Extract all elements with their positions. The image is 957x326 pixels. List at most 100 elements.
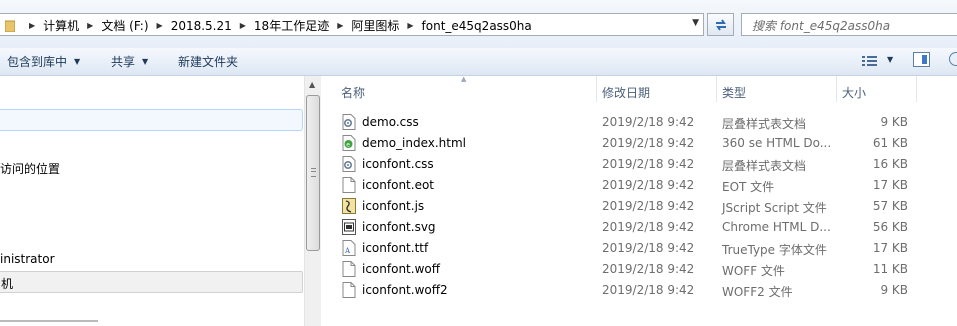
nav-item-selected[interactable] [0,109,303,131]
file-row[interactable]: demo.css 2019/2/18 9:42 层叠样式表文档 9 KB [321,111,957,132]
column-divider[interactable] [836,76,837,102]
folder-icon [5,20,15,32]
svg-text:A: A [344,247,351,255]
navigation-pane: 访问的位置 inistrator 机 [0,76,304,326]
chevron-right-icon[interactable]: ▶ [337,21,343,30]
font-file-icon: A [342,240,356,256]
breadcrumb-item[interactable]: ▶ 文档 (F:) [79,17,148,34]
column-divider[interactable] [596,76,597,102]
column-header-size-label: 大小 [842,86,867,100]
breadcrumb-item[interactable]: ▶ font_e45q2ass0ha [399,19,531,33]
column-header-date[interactable]: 修改日期 [602,84,650,101]
nav-item-computer[interactable]: 机 [0,271,303,293]
file-date: 2019/2/18 9:42 [602,220,695,234]
file-date: 2019/2/18 9:42 [602,199,695,213]
file-row[interactable]: iconfont.eot 2019/2/18 9:42 EOT 文件 17 KB [321,174,957,195]
breadcrumb-label[interactable]: 计算机 [43,17,79,34]
file-name[interactable]: iconfont.woff2 [362,283,448,297]
file-size: 56 KB [872,220,908,234]
column-header-name[interactable]: 名称 [341,84,365,101]
file-date: 2019/2/18 9:42 [602,136,695,150]
file-type: 层叠样式表文档 [722,117,807,131]
refresh-icon [715,18,726,31]
blank-file-icon [342,177,356,193]
search-input[interactable] [750,15,954,36]
chevron-right-icon[interactable]: ▶ [240,21,246,30]
breadcrumb-label[interactable]: 18年工作足迹 [254,17,329,34]
file-name[interactable]: iconfont.css [362,157,434,171]
include-in-library-label: 包含到库中 [7,55,68,69]
file-name[interactable]: iconfont.ttf [362,241,428,255]
view-options-icon[interactable] [862,55,878,67]
new-folder-label: 新建文件夹 [178,55,239,69]
breadcrumb-label[interactable]: 阿里图标 [351,17,399,34]
file-row[interactable]: e demo_index.html 2019/2/18 9:42 360 se HTM… [321,132,957,153]
file-type: 层叠样式表文档 [722,159,807,173]
breadcrumb: ▶ 计算机 ▶ 文档 (F:) ▶ 2018.5.21 ▶ 18年工作足迹 ▶ 阿里图标 … [5,17,532,34]
nav-scrollbar[interactable]: ▲ [304,76,322,326]
chevron-right-icon[interactable]: ▶ [157,21,163,30]
breadcrumb-item[interactable]: ▶ 18年工作足迹 [232,17,329,34]
file-type: Chrome HTML D... [722,220,831,234]
chevron-right-icon[interactable]: ▶ [29,21,35,30]
breadcrumb-item[interactable]: ▶ 阿里图标 [329,17,399,34]
file-date: 2019/2/18 9:42 [602,115,695,129]
share-button[interactable]: 共享 ▼ [111,53,148,70]
column-header-size[interactable]: 大小 [842,84,866,101]
new-folder-button[interactable]: 新建文件夹 [178,53,238,70]
file-name[interactable]: iconfont.js [362,199,424,213]
breadcrumb-label[interactable]: 文档 (F:) [101,17,148,34]
share-label: 共享 [111,55,136,69]
file-row[interactable]: iconfont.woff 2019/2/18 9:42 WOFF 文件 11 KB [321,258,957,279]
file-date: 2019/2/18 9:42 [602,157,695,171]
file-type: 360 se HTML Do... [722,136,832,150]
file-size: 16 KB [872,157,908,171]
file-list: 名称 ▲ 修改日期 类型 大小 demo.css 2019/2/18 9:42 层叠… [321,75,957,326]
file-date: 2019/2/18 9:42 [602,241,695,255]
view-dropdown-icon[interactable]: ▼ [887,55,893,64]
file-type: EOT 文件 [722,180,775,194]
scroll-thumb[interactable] [306,95,320,251]
file-name[interactable]: iconfont.eot [362,178,434,192]
breadcrumb-label[interactable]: font_e45q2ass0ha [422,19,532,33]
column-divider[interactable] [916,76,917,102]
grip-icon [311,168,316,177]
file-name[interactable]: iconfont.svg [362,220,436,234]
file-name[interactable]: demo_index.html [362,136,466,150]
include-in-library-button[interactable]: 包含到库中 ▼ [7,53,80,70]
history-dropdown-icon[interactable]: ▼ [692,18,699,28]
column-divider[interactable] [716,76,717,102]
file-row[interactable]: iconfont.svg 2019/2/18 9:42 Chrome HTML D.… [321,216,957,237]
file-row[interactable]: iconfont.css 2019/2/18 9:42 层叠样式表文档 16 KB [321,153,957,174]
chevron-right-icon[interactable]: ▶ [87,21,93,30]
blank-file-icon [342,282,356,298]
breadcrumb-item[interactable]: ▶ 2018.5.21 [149,19,232,33]
help-icon[interactable] [949,52,957,66]
search-box[interactable] [741,13,957,36]
file-name[interactable]: iconfont.woff [362,262,440,276]
nav-item-administrator[interactable]: inistrator [0,252,55,266]
preview-pane-icon[interactable] [913,52,930,67]
file-row[interactable]: Aiconfont.ttf 2019/2/18 9:42 TrueType 字体文件… [321,237,957,258]
file-name[interactable]: demo.css [362,115,419,129]
css-file-icon [342,114,356,130]
column-header-date-label: 修改日期 [602,86,651,100]
nav-item-recent-places[interactable]: 访问的位置 [0,160,60,177]
file-row[interactable]: iconfont.woff2 2019/2/18 9:42 WOFF2 文件 9 KB [321,279,957,300]
breadcrumb-item[interactable]: ▶ 计算机 [21,17,79,34]
svg-text:e: e [346,142,350,149]
file-type: WOFF 文件 [722,264,785,278]
chevron-right-icon[interactable]: ▶ [407,21,413,30]
breadcrumb-label[interactable]: 2018.5.21 [171,19,232,33]
scroll-up-icon[interactable]: ▲ [309,80,315,89]
file-row[interactable]: iconfont.js 2019/2/18 9:42 JScript Script … [321,195,957,216]
refresh-button[interactable] [707,13,734,36]
file-size: 61 KB [872,136,908,150]
file-date: 2019/2/18 9:42 [602,178,695,192]
column-header-type[interactable]: 类型 [722,84,746,101]
chevron-down-icon: ▼ [74,57,81,66]
column-header-name-label: 名称 [341,86,366,100]
file-size: 17 KB [872,178,908,192]
address-bar[interactable]: ▶ 计算机 ▶ 文档 (F:) ▶ 2018.5.21 ▶ 18年工作足迹 ▶ 阿里图标 … [0,13,704,36]
nav-item-partial [0,320,120,326]
